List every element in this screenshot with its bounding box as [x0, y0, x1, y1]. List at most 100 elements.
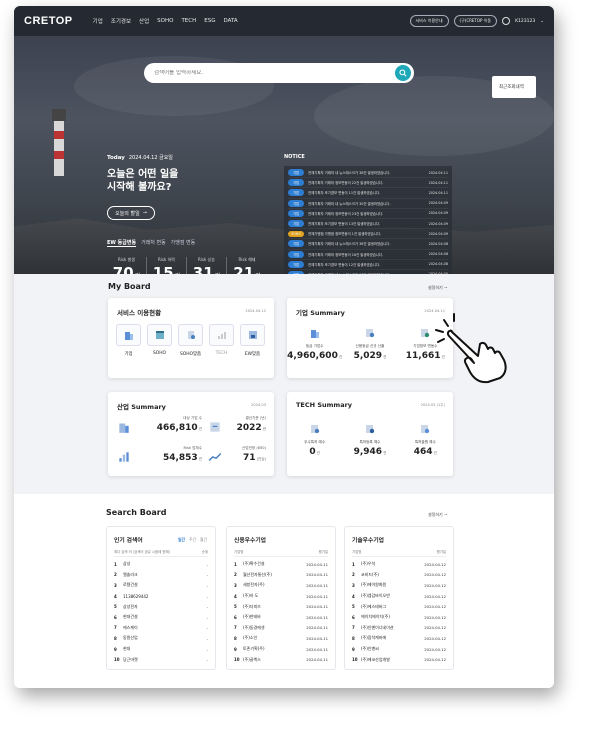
list-item[interactable]: 9 현대 - [114, 644, 208, 655]
list-item-date: 2024.04.12 [424, 561, 446, 567]
list-item[interactable]: 6 에이치에이치(주) 2024.04.12 [352, 612, 446, 623]
list-item[interactable]: 3 (주)에이원화원 2024.04.12 [352, 580, 446, 591]
notice-item[interactable]: 기업 전체기획자 거래처 정보변동이 23건 발생하였습니다. 2024.04.09 [288, 209, 448, 219]
tab-merchant-change[interactable]: 가맹점 변동 [171, 239, 196, 247]
nav-item-soho[interactable]: SOHO [157, 18, 173, 24]
tab-daily[interactable]: 일간 [178, 537, 185, 543]
service-guide-button[interactable]: 서비스 이용안내 [409, 15, 449, 27]
tab-monthly[interactable]: 월간 [200, 537, 207, 543]
list-item[interactable]: 8 (주)참석케바에 2024.04.12 [352, 633, 446, 644]
tab-weekly[interactable]: 주간 [189, 537, 196, 543]
list-item-name: 세방전자(주) [243, 582, 265, 588]
list-item[interactable]: 2 코비드(주) 2024.04.12 [352, 570, 446, 581]
list-item[interactable]: 4 1138629442 - [114, 591, 208, 602]
notice-item[interactable]: 기업 전체기획자 거래처 정보변동이 22건 발생하였습니다. 2024.04.11 [288, 178, 448, 189]
search-input[interactable] [154, 70, 374, 76]
list-item[interactable]: 2 월산전자통신(주) 2024.04.11 [234, 570, 328, 581]
card-date: 2024.03 (1주) [420, 403, 445, 407]
username[interactable]: K123123 [515, 19, 535, 24]
column-header: 최다 검색 어 (검색어 공유 시점에 한해) [114, 550, 170, 554]
notice-tag: 기업 [288, 169, 304, 177]
notice-tag: 기업 [288, 179, 304, 187]
list-item[interactable]: 3 로템건설 - [114, 580, 208, 591]
notice-item[interactable]: 기업 전체기획자 거래처 내 뉴스레스크가 36건 발생하였습니다. 2024.04… [288, 239, 448, 250]
notice-date: 2024.04.08 [428, 241, 448, 246]
notice-item[interactable]: 기업 전체기획자 조기경보 변동이 13건 발생하였습니다. 2024.04.09 [288, 219, 448, 230]
search-button[interactable] [395, 65, 411, 81]
notice-item[interactable]: 기업 전체기획자 거래처 내 뉴스레스크가 30건 발생하였습니다. 2024.04… [288, 199, 448, 209]
list-item[interactable]: 3 세방전자(주) 2024.04.11 [234, 580, 328, 591]
list-item[interactable]: 6 (주)한테바 2024.04.11 [234, 612, 328, 623]
list-item[interactable]: 1 (주)우석 2024.04.12 [352, 559, 446, 570]
list-item-date: 2024.04.12 [424, 657, 446, 663]
list-item[interactable]: 8 (주)소인 2024.04.11 [234, 633, 328, 644]
service-soho[interactable]: SOHO [147, 324, 172, 357]
my-board-settings-link[interactable]: 설정하기 ⇀ [428, 285, 447, 291]
risk-stat[interactable]: Risk 발생 70건 [107, 257, 147, 274]
service-tech[interactable]: TECH [209, 324, 234, 357]
cretop-logo[interactable]: CRETOP [24, 15, 73, 27]
list-item[interactable]: 4 (주)하 도 2024.04.11 [234, 591, 328, 602]
risk-unit: 건 [135, 273, 141, 274]
list-item[interactable]: 9 토존기획(주) 2024.04.11 [234, 644, 328, 655]
chevron-down-icon[interactable]: ⌄ [540, 19, 544, 24]
list-item[interactable]: 10 (주)에코산업개발 2024.04.12 [352, 654, 446, 665]
service-label: 기업 [124, 352, 133, 357]
risk-stat[interactable]: Risk 상승 31건 [187, 257, 227, 274]
service-ew-custom[interactable]: EW맞춤 [240, 324, 265, 357]
list-item[interactable]: 9 (주)인벤씨 2024.04.12 [352, 644, 446, 655]
notice-item[interactable]: 기업전체기획자 거래처 내 뉴스레스크가 37건 발생하였습니다.2024.04… [288, 270, 448, 274]
list-item[interactable]: 4 (주)엠감바이오반 2024.04.12 [352, 591, 446, 602]
building-icon [124, 332, 133, 340]
list-item[interactable]: 5 삼성전자 - [114, 601, 208, 612]
list-item-name: 삼성전자 [123, 603, 138, 609]
user-icon[interactable] [502, 17, 511, 25]
notice-item[interactable]: 기업 전체기획자 거래처 내 뉴스레스크가 38건 발생하였습니다. 2024.04… [288, 168, 448, 179]
tech-stat: 특허출원 예수 464건 [398, 422, 453, 457]
old-cretop-button[interactable]: (구)CRETOP 이동 [453, 15, 498, 27]
nav-item-early-warning[interactable]: 조기경보 [111, 17, 131, 25]
list-item-date: - [206, 614, 208, 620]
list-item[interactable]: 7 (주)인벤이너네이션 2024.04.12 [352, 623, 446, 634]
search-board-settings-link[interactable]: 설정하기 ⇀ [428, 512, 447, 518]
risk-stat[interactable]: Risk 해제 21건 [227, 257, 267, 274]
notice-tag: 기업 [288, 189, 304, 197]
tab-ew-grade-change[interactable]: EW 등급변동 [107, 239, 137, 247]
list-item-date: 2024.04.11 [306, 604, 328, 610]
list-item[interactable]: 5 (주)에스테버그 2024.04.12 [352, 601, 446, 612]
list-item[interactable]: 7 (주)동경에셋 2024.04.11 [234, 623, 328, 634]
tech-summary-card[interactable]: TECH Summary 2024.03 (1주) 우수특허 예수 0건 특허등… [287, 392, 453, 476]
list-item[interactable]: 1 삼성 - [114, 559, 208, 570]
list-item[interactable]: 1 (주)확수건설 2024.04.11 [234, 559, 328, 570]
notice-item[interactable]: 기업 전체기획자 조기경보 변동이 12건 발생하였습니다. 2024.04.08 [288, 260, 448, 270]
notice-item[interactable]: 기업 전체기획자 조기경보 변동이 11건 발생하였습니다. 2024.04.11 [288, 188, 448, 199]
list-item[interactable]: 8 동원산업 - [114, 633, 208, 644]
list-item[interactable]: 10 (주)골백스 2024.04.11 [234, 654, 328, 665]
industry-summary-card[interactable]: 산업 Summary 2024.03 대상 기업 수 466,810건 결산기준… [108, 392, 274, 476]
nav-item-company[interactable]: 기업 [93, 17, 103, 25]
patent-icon [308, 422, 322, 436]
list-item[interactable]: 7 에스케이 - [114, 623, 208, 634]
todo-button[interactable]: 오늘의 할일 → [107, 206, 155, 220]
list-item[interactable]: 2 엘솔라크 - [114, 570, 208, 581]
search-board-section: Search Board 설정하기 ⇀ 인기 검색어 일간 주간 월간 최다 검… [14, 494, 554, 688]
list-item[interactable]: 5 (주)더피즈 2024.04.11 [234, 601, 328, 612]
nav-item-data[interactable]: DATA [223, 18, 237, 24]
company-summary-card[interactable]: 기업 Summary 2024.04.11 등급 기업수 4,960,600건 … [287, 298, 453, 378]
list-item[interactable]: 6 현대건설 - [114, 612, 208, 623]
service-label: SOHO [152, 351, 166, 356]
list-item[interactable]: 10 당근마켓 - [114, 654, 208, 665]
notice-item[interactable]: SOHO 전체가맹점 가맹점 정보변동이 1건 발생하였습니다. 2024.04.0… [288, 229, 448, 240]
service-company[interactable]: 기업 [116, 324, 141, 357]
list-item-name: (주)소인 [243, 635, 258, 641]
list-item-date: - [206, 582, 208, 588]
nav-item-tech[interactable]: TECH [181, 18, 196, 24]
risk-stat[interactable]: Risk 하락 15건 [147, 257, 187, 274]
recent-views-button[interactable]: 최근조회내역 [492, 76, 536, 98]
notice-item[interactable]: 기업 전체기획자 거래처 정보변동이 16건 발생하였습니다. 2024.04.08 [288, 250, 448, 260]
service-soho-custom[interactable]: SOHO맞춤 [178, 324, 203, 357]
tab-client-change[interactable]: 거래처 변동 [141, 239, 166, 247]
nav-item-industry[interactable]: 산업 [139, 17, 149, 25]
stat-label: Risk 업체수 [183, 446, 202, 450]
nav-item-esg[interactable]: ESG [204, 18, 215, 24]
